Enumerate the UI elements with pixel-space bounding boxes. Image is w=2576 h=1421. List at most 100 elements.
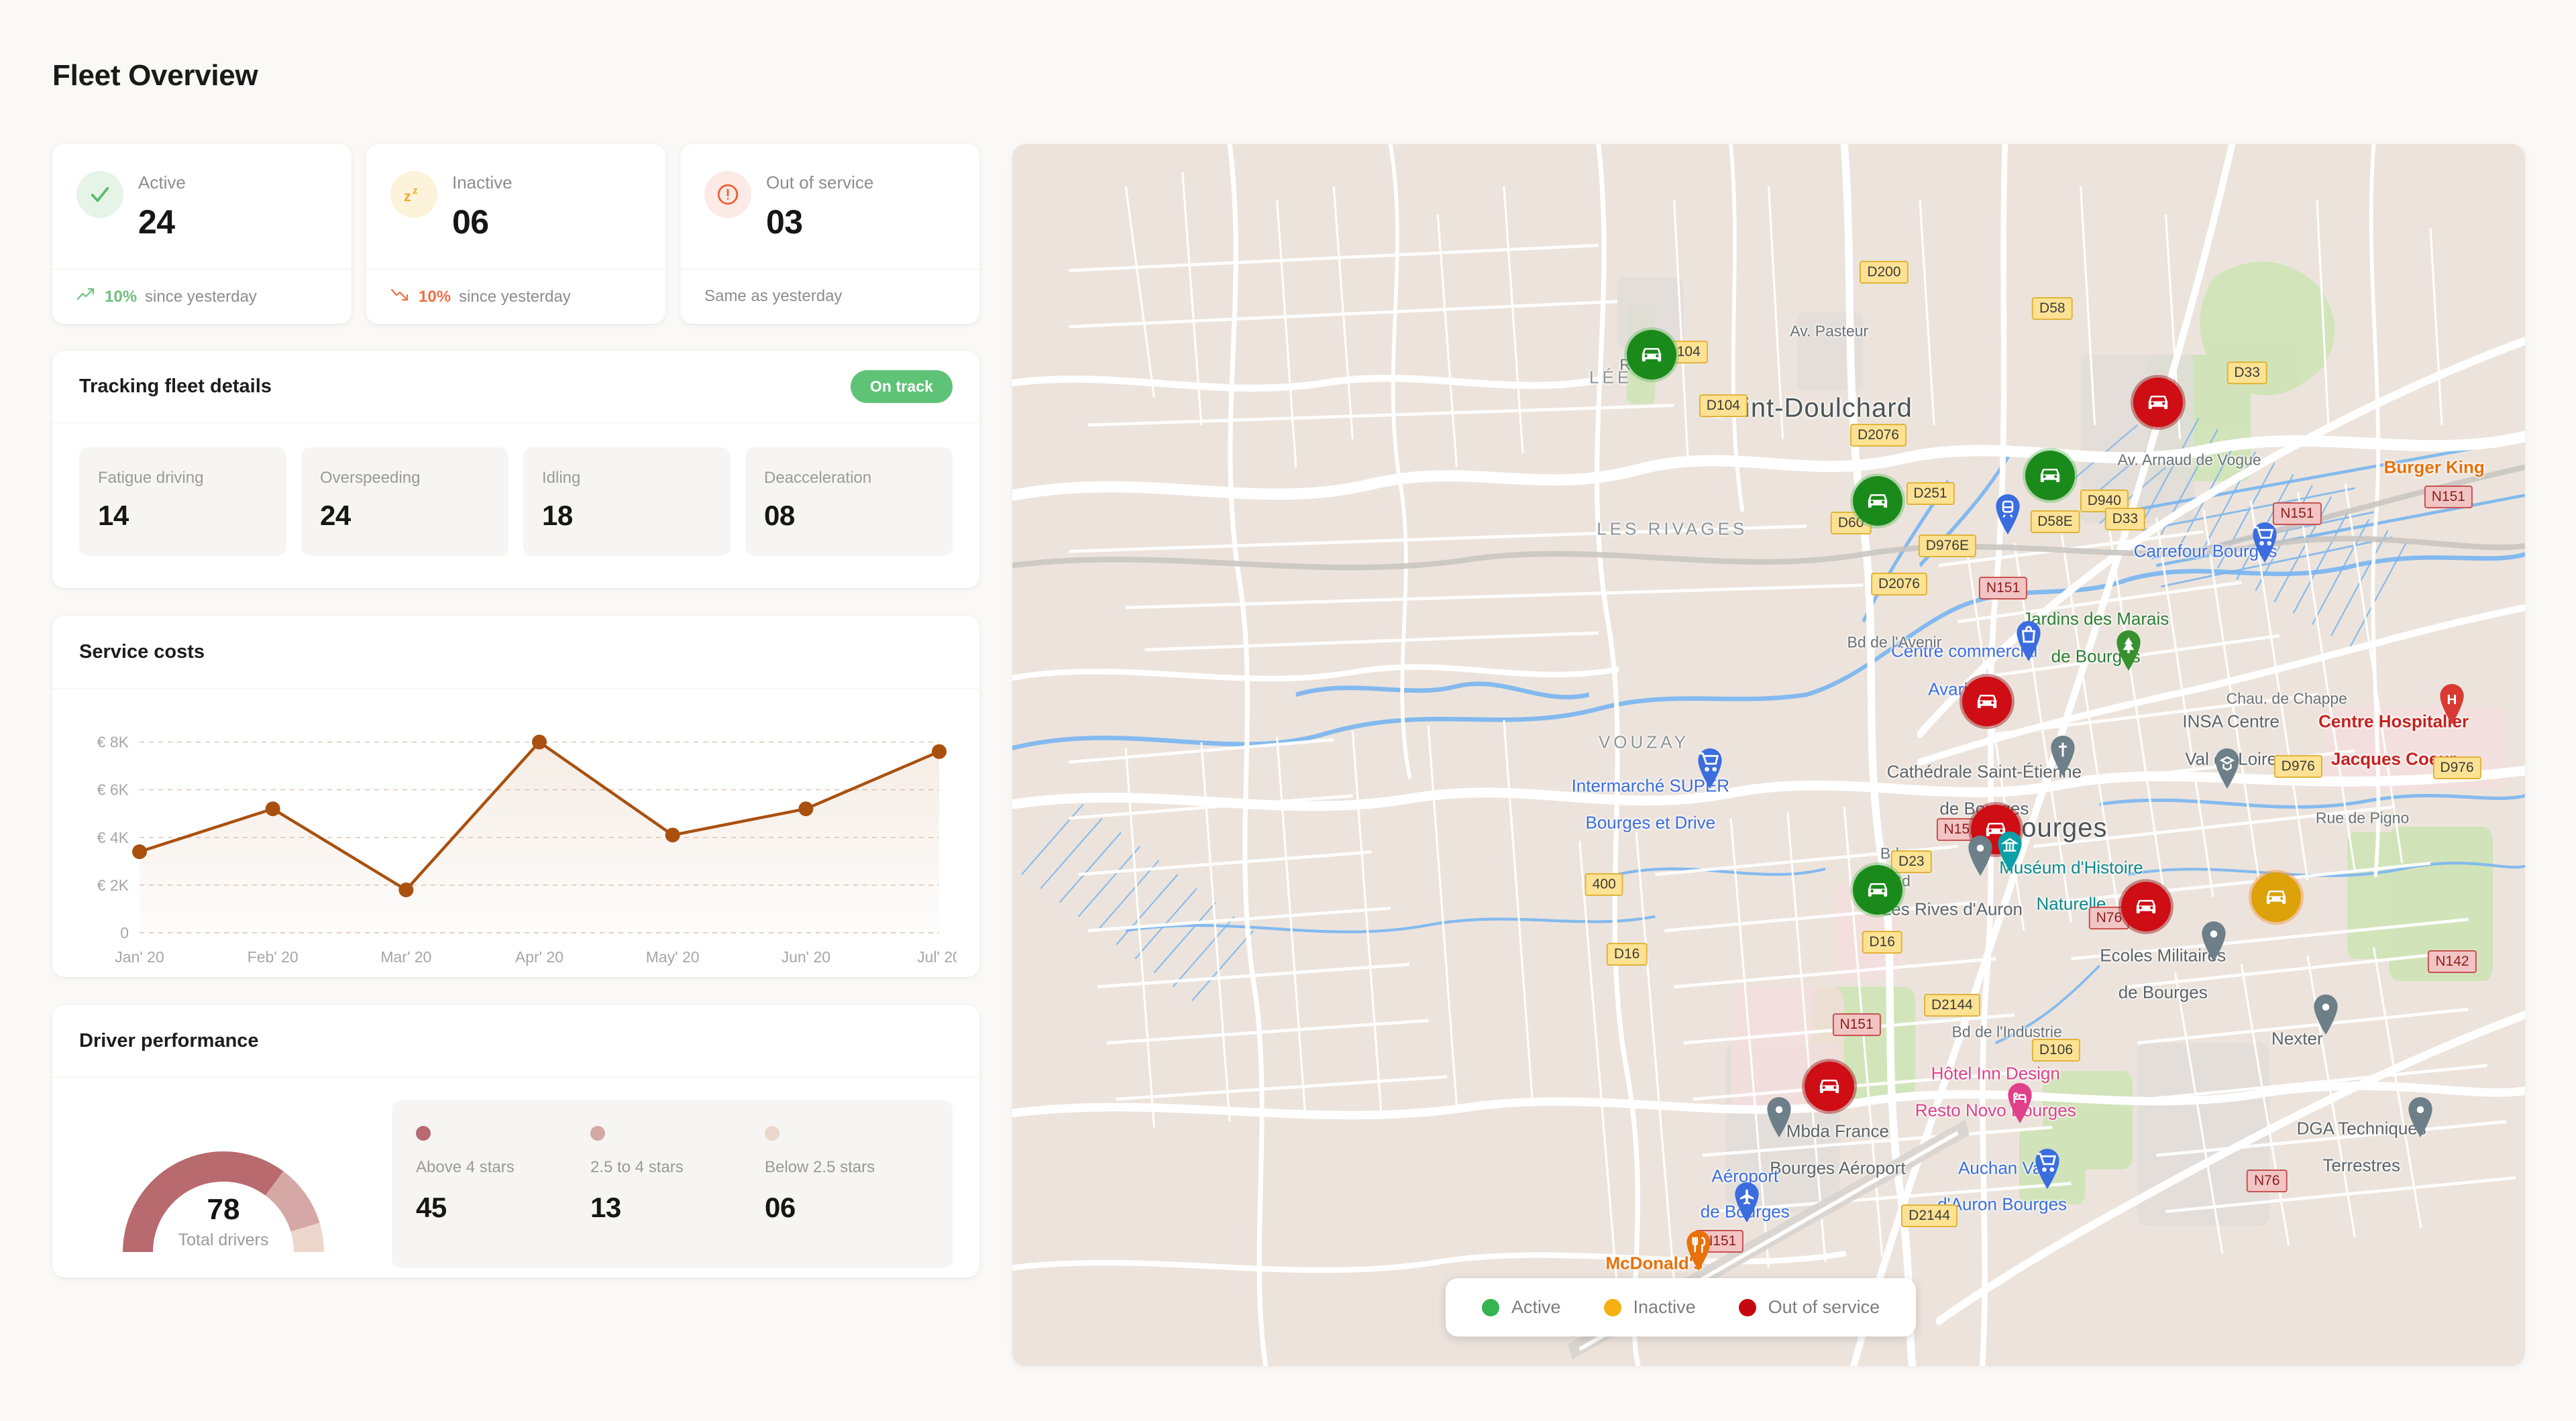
shopping-cart-pin[interactable]	[2249, 522, 2280, 563]
tracking-tile-overspeeding[interactable]: Overspeeding 24	[301, 447, 508, 556]
status-card-row: Active 24 10% since yesterday z z Inacti…	[52, 144, 979, 324]
map-legend: Active Inactive Out of service	[1446, 1278, 1917, 1337]
legend-text: Out of service	[1768, 1297, 1880, 1317]
svg-text:Mar' 20: Mar' 20	[380, 948, 431, 966]
svg-text:May' 20: May' 20	[646, 948, 700, 966]
service-costs-header: Service costs	[52, 616, 979, 689]
status-card-active[interactable]: Active 24 10% since yesterday	[52, 144, 352, 324]
svg-text:0: 0	[120, 924, 129, 942]
alert-icon	[704, 171, 751, 218]
shopping-cart-pin[interactable]	[1695, 748, 1725, 789]
vehicle-marker-out[interactable]	[1962, 677, 2012, 727]
tile-value: 24	[320, 500, 351, 531]
svg-text:€ 4K: € 4K	[97, 829, 129, 846]
road-shield: D33	[2226, 361, 2267, 385]
status-label: Active	[138, 172, 186, 192]
tracking-title: Tracking fleet details	[79, 376, 272, 397]
svg-text:H: H	[2447, 692, 2457, 707]
road-shield: D200	[1860, 260, 1909, 284]
dashboard-page: Fleet Overview Active 24 10% since yeste…	[0, 0, 2576, 1421]
legend-value: 06	[765, 1192, 796, 1223]
shopping-bag-pin[interactable]	[2013, 620, 2044, 661]
restaurant-pin[interactable]	[1683, 1230, 1714, 1271]
legend-dot-active	[1482, 1298, 1499, 1316]
svg-text:Apr' 20: Apr' 20	[515, 948, 564, 966]
vehicle-marker-active[interactable]	[2025, 451, 2076, 501]
map-legend-item-out-of-service[interactable]: Out of service	[1738, 1297, 1880, 1318]
church-pin[interactable]	[2047, 736, 2078, 777]
svg-text:Jul' 20: Jul' 20	[917, 948, 957, 966]
trend-up-icon	[76, 287, 97, 306]
tree-pin[interactable]	[2113, 630, 2144, 671]
legend-label: Below 2.5 stars	[765, 1158, 875, 1176]
legend-dot-out-of-service	[1738, 1298, 1756, 1316]
legend-label: Above 4 stars	[416, 1158, 515, 1176]
service-costs-title: Service costs	[79, 641, 205, 663]
tracking-fleet-card: Tracking fleet details On track Fatigue …	[52, 351, 979, 588]
legend-item-above-4-stars[interactable]: Above 4 stars 45	[416, 1126, 580, 1243]
legend-value: 45	[416, 1192, 447, 1223]
vehicle-marker-active[interactable]	[1852, 865, 1902, 915]
vehicle-marker-out[interactable]	[2133, 378, 2184, 428]
legend-value: 13	[590, 1192, 621, 1223]
status-footer: Same as yesterday	[680, 269, 979, 323]
status-card-body: Out of service 03	[680, 144, 979, 269]
road-shield: D58E	[2030, 510, 2080, 534]
status-value: 06	[452, 203, 489, 241]
service-costs-card: Service costs 0 € 2K € 4K € 6K € 8K Jan' 20 Fe…	[52, 616, 979, 977]
airplane-pin[interactable]	[1731, 1182, 1762, 1223]
road-shield: D2144	[1923, 993, 1980, 1017]
dot-pin[interactable]	[2198, 921, 2229, 962]
legend-text: Inactive	[1633, 1297, 1696, 1317]
svg-text:€ 2K: € 2K	[97, 876, 129, 894]
gauge-total-label: Total drivers	[178, 1231, 269, 1249]
road-shield: D251	[1906, 482, 1955, 506]
tile-label: Deacceleration	[764, 469, 872, 487]
sleep-icon: z z	[390, 171, 437, 218]
road-shield: N76	[2246, 1169, 2288, 1192]
gauge-center-label: 78 Total drivers	[79, 1193, 368, 1250]
hotel-pin[interactable]	[2004, 1082, 2035, 1123]
trend-down-icon	[390, 287, 411, 306]
train-pin[interactable]	[1992, 494, 2023, 535]
legend-label: 2.5 to 4 stars	[590, 1158, 684, 1176]
svg-text:z: z	[413, 185, 418, 196]
school-pin[interactable]	[2212, 748, 2243, 789]
status-text-group: Out of service 03	[766, 171, 873, 241]
driver-performance-title: Driver performance	[79, 1030, 259, 1051]
tracking-tile-fatigue[interactable]: Fatigue driving 14	[79, 447, 286, 556]
vehicle-marker-out[interactable]	[1804, 1062, 1854, 1112]
status-card-inactive[interactable]: z z Inactive 06 10% since yesterday	[366, 144, 665, 324]
tracking-tile-idling[interactable]: Idling 18	[523, 447, 731, 556]
vehicle-marker-out[interactable]	[2121, 882, 2171, 932]
vehicle-marker-active[interactable]	[1852, 475, 1902, 526]
legend-item-below-2-5-stars[interactable]: Below 2.5 stars 06	[765, 1126, 928, 1243]
road-shield: D23	[1891, 850, 1932, 874]
road-shield: D104	[1699, 394, 1748, 417]
map-legend-item-active[interactable]: Active	[1482, 1297, 1561, 1318]
status-footer: 10% since yesterday	[52, 269, 352, 324]
status-badge[interactable]: On track	[850, 370, 953, 403]
shopping-cart-pin[interactable]	[2032, 1149, 2063, 1190]
hospital-pin[interactable]: H	[2436, 683, 2467, 724]
dot-pin[interactable]	[2405, 1096, 2436, 1137]
tile-label: Overspeeding	[320, 469, 421, 487]
road-shield: D2144	[1901, 1204, 1958, 1227]
road-shield: D976	[2432, 756, 2481, 779]
road-shield: D2076	[1850, 423, 1907, 447]
check-icon	[76, 171, 123, 218]
status-card-out-of-service[interactable]: Out of service 03 Same as yesterday	[680, 144, 979, 324]
legend-item-2-5-to-4-stars[interactable]: 2.5 to 4 stars 13	[590, 1126, 754, 1243]
vehicle-marker-active[interactable]	[1626, 330, 1676, 380]
dot-pin[interactable]	[1764, 1096, 1794, 1137]
dot-pin[interactable]	[2310, 994, 2341, 1035]
fleet-map[interactable]: Saint-Doulchard Bourges LES RIVAGES VOUZAY L…	[1012, 144, 2525, 1366]
map-legend-item-inactive[interactable]: Inactive	[1603, 1297, 1696, 1318]
museum-pin[interactable]	[1994, 831, 2025, 872]
road-shield: D33	[2104, 508, 2146, 531]
vehicle-marker-inactive[interactable]	[2251, 872, 2302, 922]
legend-dot	[590, 1126, 605, 1141]
dot-pin[interactable]	[1965, 836, 1996, 876]
tile-value: 08	[764, 500, 795, 531]
tracking-tile-deacceleration[interactable]: Deacceleration 08	[745, 447, 953, 556]
